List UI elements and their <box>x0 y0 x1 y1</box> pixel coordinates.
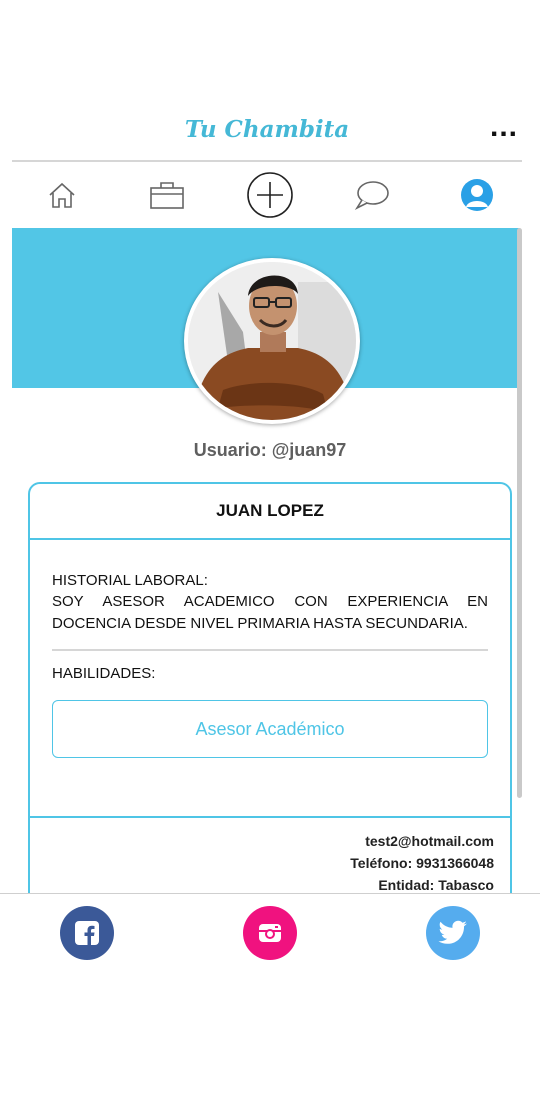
plus-circle-icon <box>247 172 293 218</box>
social-footer <box>0 893 540 1101</box>
nav-messages[interactable] <box>342 172 402 218</box>
history-text: SOY ASESOR ACADEMICO CON EXPERIENCIA EN … <box>52 593 488 632</box>
full-name: JUAN LOPEZ <box>30 484 510 540</box>
nav-add[interactable] <box>240 172 300 218</box>
twitter-button[interactable] <box>426 906 480 960</box>
nav-jobs[interactable] <box>137 172 197 218</box>
skills-label: HABILIDADES: <box>52 665 156 682</box>
profile-card: JUAN LOPEZ HISTORIAL LABORAL: SOY ASESOR… <box>28 482 512 916</box>
home-icon <box>49 182 75 208</box>
nav-home[interactable] <box>32 172 92 218</box>
username: Usuario: @juan97 <box>193 440 347 460</box>
contact-email: test2@hotmail.com <box>365 833 494 849</box>
nav-profile[interactable] <box>447 172 507 218</box>
app-title: Tu Chambita <box>184 116 350 143</box>
facebook-button[interactable] <box>60 906 114 960</box>
briefcase-icon <box>150 182 184 209</box>
skill-chip[interactable]: Asesor Académico <box>52 700 488 758</box>
app-header: Tu Chambita ... <box>12 100 522 162</box>
facebook-icon <box>75 921 99 945</box>
chat-bubble-icon <box>354 181 389 210</box>
profile-avatar <box>184 258 360 424</box>
contact-phone: Teléfono: 9931366048 <box>350 855 494 871</box>
nav-bar <box>12 164 522 226</box>
divider <box>52 649 488 651</box>
instagram-icon <box>259 924 281 942</box>
instagram-button[interactable] <box>243 906 297 960</box>
twitter-icon <box>438 920 467 944</box>
history-label: HISTORIAL LABORAL: <box>52 572 208 589</box>
scrollbar[interactable] <box>517 228 522 798</box>
more-options-button[interactable]: ... <box>490 110 518 144</box>
user-icon <box>461 179 493 211</box>
contact-info: test2@hotmail.com Teléfono: 9931366048 E… <box>30 816 510 896</box>
card-body: HISTORIAL LABORAL: SOY ASESOR ACADEMICO … <box>30 540 510 758</box>
profile-photo <box>188 262 356 420</box>
